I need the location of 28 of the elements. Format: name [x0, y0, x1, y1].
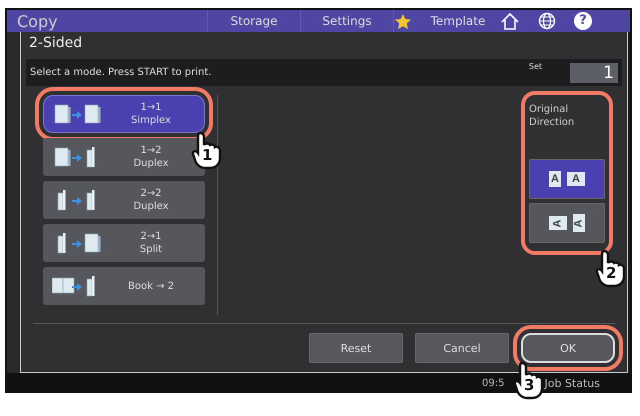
step-number: 2 [606, 266, 616, 281]
paper-icon: A [573, 214, 585, 232]
clock-text: 09:5 [482, 378, 504, 388]
paper-icon: A [549, 216, 567, 230]
step-number: 3 [524, 378, 534, 393]
direction-button[interactable]: A A [529, 203, 605, 243]
instruction-text: Select a mode. Press START to print. [30, 67, 212, 78]
mode-button[interactable]: 2→1 Split [43, 224, 205, 262]
direction-button[interactable]: A A [529, 159, 605, 199]
step-number: 1 [202, 148, 212, 163]
direction-label: Original Direction [529, 103, 576, 130]
mode-button[interactable]: 2→2 Duplex [43, 181, 205, 219]
paper-icon: A [549, 171, 561, 187]
reset-button[interactable]: Reset [309, 333, 403, 363]
help-button[interactable]: ? [574, 12, 592, 30]
pointing-hand-icon [191, 131, 222, 171]
set-label: Set [528, 62, 542, 71]
mode-button[interactable]: Book → 2 [43, 267, 205, 305]
home-icon[interactable] [500, 12, 520, 30]
globe-icon[interactable] [538, 12, 556, 30]
mode-button[interactable]: 1→2 Duplex [43, 138, 205, 176]
app-title: Copy [16, 12, 59, 30]
job-status-button[interactable]: Job Status [544, 376, 600, 390]
paper-icon: A [567, 172, 585, 186]
dialog-title: 2-Sided [28, 34, 84, 53]
copies-field[interactable]: 1 [570, 62, 618, 82]
cancel-button[interactable]: Cancel [415, 333, 509, 363]
pointing-hand-icon [595, 249, 626, 289]
